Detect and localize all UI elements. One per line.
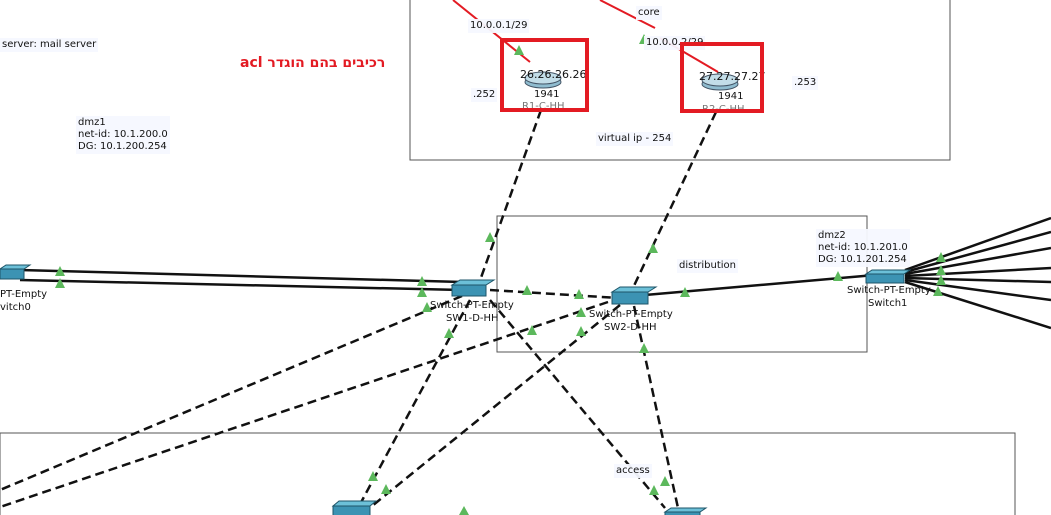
switch0-icon[interactable] xyxy=(0,264,32,280)
dmz2-note: dmz2 net-id: 10.1.201.0 DG: 10.1.201.254 xyxy=(816,229,910,267)
link-r1-sw1[interactable] xyxy=(476,109,543,287)
link-up-triangle xyxy=(459,506,469,515)
core-zone-label: core xyxy=(636,6,662,20)
r2-acl-highlight xyxy=(680,42,764,113)
r2-suffix: .253 xyxy=(792,76,819,90)
link-left-ip: 10.0.0.1/29 xyxy=(468,19,530,33)
mail-server-note: server: mail server xyxy=(0,38,99,52)
link-up-triangle xyxy=(522,285,532,295)
acl-note: רכיבים בהם הוגדר acl xyxy=(240,55,386,71)
switch0-name: vitch0 xyxy=(0,302,31,313)
switch0-type: PT-Empty xyxy=(0,289,48,300)
link-up-triangle xyxy=(574,289,584,299)
switch1-type: Switch-PT-Empty xyxy=(847,285,931,296)
link-up-triangle xyxy=(444,328,454,338)
switch1-icon[interactable] xyxy=(864,269,912,284)
link-up-triangle xyxy=(485,232,495,242)
sw1-type: Switch-PT-Empty xyxy=(430,300,514,311)
link-up-triangle xyxy=(660,476,670,486)
dmz1-note: dmz1 net-id: 10.1.200.0 DG: 10.1.200.254 xyxy=(76,116,170,154)
sw2-type: Switch-PT-Empty xyxy=(589,309,673,320)
r1-acl-highlight xyxy=(500,38,589,112)
r1-suffix: .252 xyxy=(471,88,498,102)
link-up-triangle xyxy=(648,243,658,253)
link-up-triangle xyxy=(649,485,659,495)
link-switch1-out-5[interactable] xyxy=(904,276,1051,284)
access-zone xyxy=(0,432,1016,515)
link-sw1-sw2[interactable] xyxy=(489,288,619,300)
virtual-ip-note: virtual ip - 254 xyxy=(596,132,674,146)
link-switch0-sw1-a[interactable] xyxy=(19,268,463,284)
sw1-name: SW1-D-HH xyxy=(446,313,499,324)
switch1-name: Switch1 xyxy=(868,298,908,309)
distribution-zone xyxy=(496,215,868,353)
link-up-triangle xyxy=(639,343,649,353)
access-zone-label: access xyxy=(614,464,652,478)
access-switch-left-icon[interactable] xyxy=(331,500,378,515)
link-up-triangle xyxy=(55,278,65,288)
sw2-name: SW2-D-HH xyxy=(604,322,657,333)
link-up-triangle xyxy=(381,484,391,494)
distribution-zone-label: distribution xyxy=(677,259,738,273)
sw1-icon[interactable] xyxy=(450,279,496,297)
link-sw1-far-left[interactable] xyxy=(0,294,463,492)
link-up-triangle xyxy=(833,271,843,281)
access-switch-right-icon[interactable] xyxy=(663,507,708,515)
link-switch0-sw1-b[interactable] xyxy=(19,278,463,292)
link-up-triangle xyxy=(576,326,586,336)
